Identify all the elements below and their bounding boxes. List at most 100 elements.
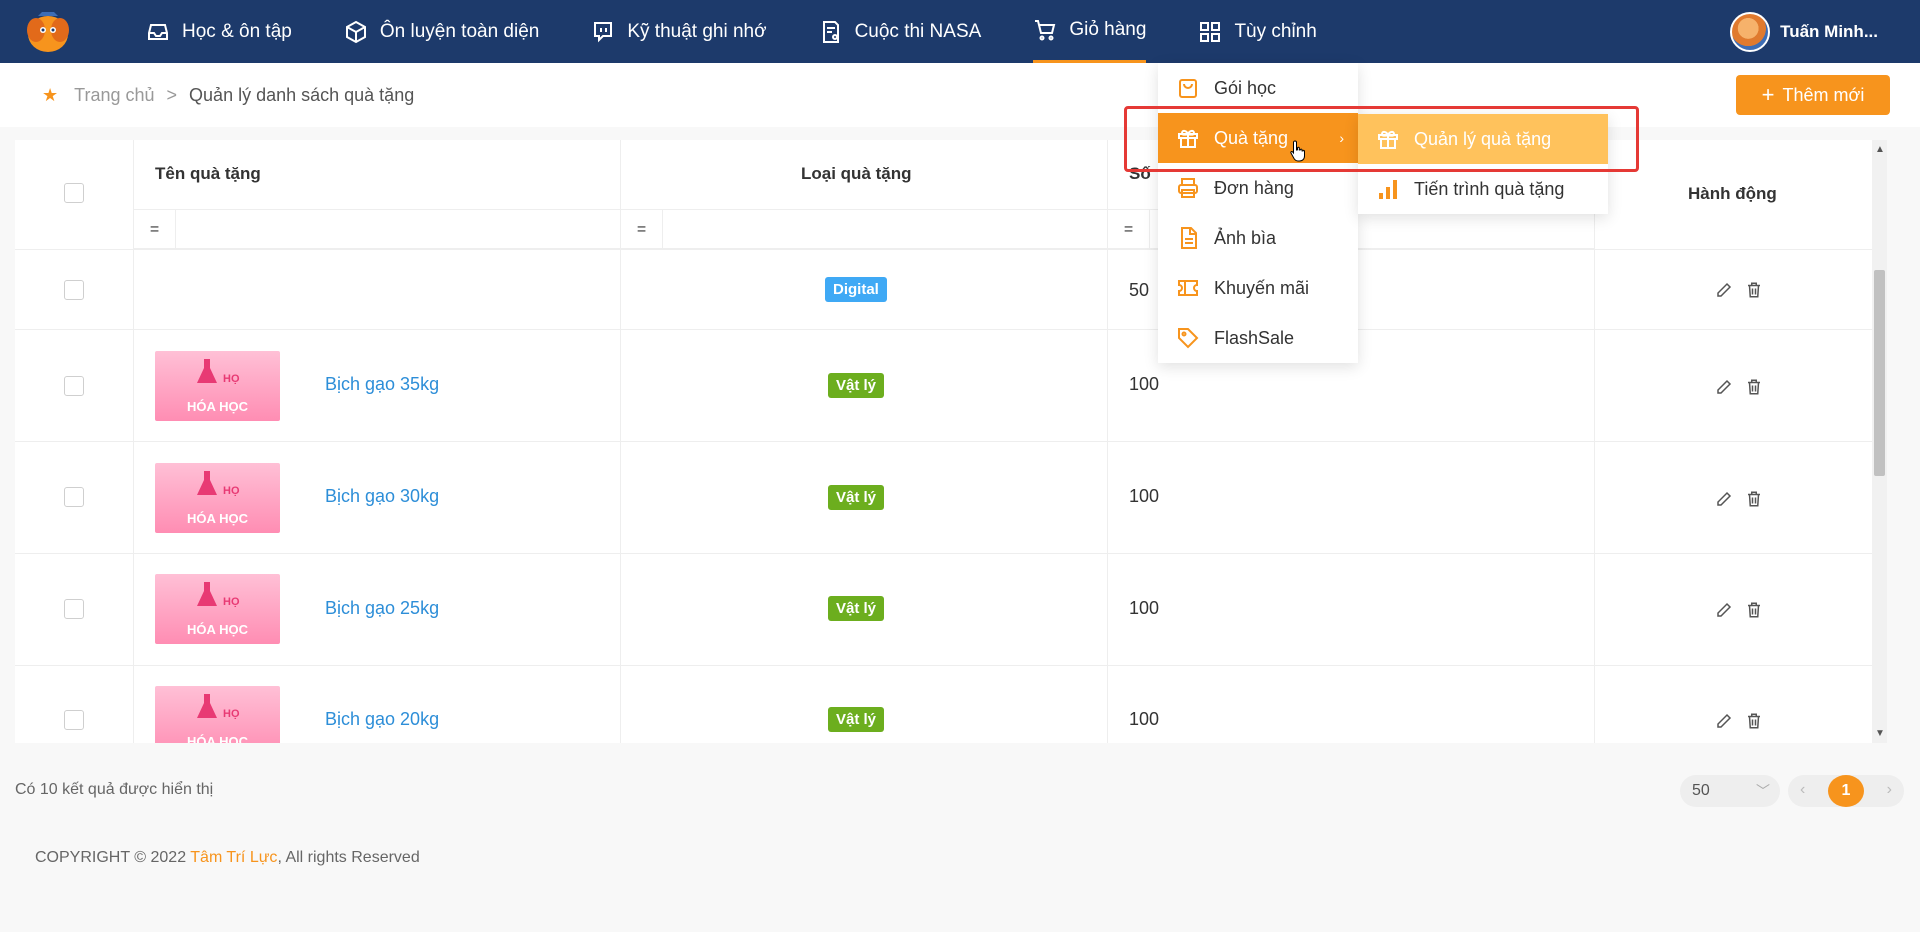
row-checkbox[interactable] (64, 487, 84, 507)
row-actions (1715, 712, 1763, 730)
next-page-icon[interactable]: › (1887, 781, 1892, 799)
row-checkbox[interactable] (64, 376, 84, 396)
row-actions (1715, 601, 1763, 619)
filter-name: = (134, 209, 621, 250)
filter-type-input[interactable] (663, 210, 1108, 248)
row-actions (1715, 490, 1763, 508)
nav-item-hoc-on-tap[interactable]: Học & ôn tập (146, 0, 292, 63)
type-badge: Vật lý (828, 373, 885, 398)
gift-thumbnail: HỌ HÓA HỌC (155, 686, 280, 743)
edit-icon[interactable] (1715, 281, 1733, 299)
row-checkbox[interactable] (64, 280, 84, 300)
quantity-cell: 100 (1129, 486, 1160, 506)
filter-type: = (621, 209, 1108, 250)
breadcrumb-home[interactable]: Trang chủ (74, 85, 154, 106)
gift-table: Tên quà tặng Loại quà tặng Số Hành động … (15, 140, 1887, 743)
quantity-cell: 100 (1129, 598, 1160, 618)
edit-icon[interactable] (1715, 378, 1733, 396)
document-icon (822, 20, 839, 43)
row-divider (15, 553, 1887, 554)
menu-item-label: Khuyến mãi (1214, 277, 1310, 298)
type-badge: Vật lý (828, 707, 885, 732)
scroll-down-icon[interactable]: ▼ (1875, 728, 1885, 739)
menu-item-label: FlashSale (1214, 327, 1295, 348)
select-all-checkbox[interactable] (64, 183, 84, 203)
nav-item-gio-hang[interactable]: Giỏ hàng (1033, 0, 1147, 63)
gift-name-link[interactable]: Bịch gạo 30kg (325, 486, 439, 507)
filter-name-input[interactable] (176, 210, 621, 248)
nav-item-label: Giỏ hàng (1069, 19, 1147, 40)
breadcrumb-separator: > (166, 85, 178, 105)
menu-item-label: Đơn hàng (1214, 177, 1294, 198)
tag-icon (1178, 328, 1199, 349)
prev-page-icon[interactable]: ‹ (1800, 781, 1805, 799)
add-new-button[interactable]: + Thêm mới (1736, 75, 1890, 115)
flask-icon (197, 471, 217, 495)
nav-item-label: Kỹ thuật ghi nhớ (627, 20, 767, 42)
scrollbar-thumb[interactable] (1874, 270, 1885, 476)
printer-icon (1178, 178, 1198, 198)
trash-icon[interactable] (1745, 712, 1763, 730)
filter-operator[interactable]: = (1108, 210, 1150, 250)
trash-icon[interactable] (1745, 601, 1763, 619)
page-size-value: 50 (1692, 782, 1710, 799)
thumb-label: HỌ (223, 485, 240, 497)
bar-chart-icon (1379, 180, 1397, 199)
nav-item-ky-thuat[interactable]: Kỹ thuật ghi nhớ (591, 0, 767, 63)
nav-item-label: Ôn luyện toàn diện (379, 20, 540, 42)
row-divider (15, 441, 1887, 442)
header-type[interactable]: Loại quà tặng (801, 164, 912, 184)
row-divider (15, 249, 1887, 250)
user-menu[interactable]: Tuấn Minh... (1730, 12, 1878, 52)
nav-item-tuy-chinh[interactable]: Tùy chỉnh (1198, 0, 1317, 63)
current-page-button[interactable]: 1 (1828, 775, 1864, 807)
row-actions (1715, 281, 1763, 299)
trash-icon[interactable] (1745, 378, 1763, 396)
cart-icon (1035, 20, 1056, 41)
edit-icon[interactable] (1715, 712, 1733, 730)
menu-item-anh-bia[interactable]: Ảnh bìa (1158, 213, 1358, 263)
nav-item-label: Học & ôn tập (182, 20, 292, 42)
row-divider (15, 329, 1887, 330)
elephant-logo-icon[interactable] (24, 10, 72, 54)
menu-item-flashsale[interactable]: FlashSale (1158, 313, 1358, 363)
scroll-up-icon[interactable]: ▲ (1875, 144, 1885, 155)
copyright-brand-link[interactable]: Tâm Trí Lực (190, 849, 277, 866)
page-size-select[interactable]: 50 ﹀ (1680, 775, 1780, 807)
flask-icon (197, 694, 217, 718)
nav-item-cuoc-thi[interactable]: Cuộc thi NASA (819, 0, 982, 63)
table-scrollbar[interactable]: ▲ ▼ (1872, 140, 1887, 743)
top-navbar: Học & ôn tập Ôn luyện toàn diện Kỹ thuật… (0, 0, 1920, 63)
menu-item-khuyen-mai[interactable]: Khuyến mãi (1158, 263, 1358, 313)
type-badge: Vật lý (828, 485, 885, 510)
edit-icon[interactable] (1715, 490, 1733, 508)
gift-name-link[interactable]: Bịch gạo 20kg (325, 709, 439, 730)
nav-item-on-luyen[interactable]: Ôn luyện toàn diện (344, 0, 540, 63)
gift-name-link[interactable]: Bịch gạo 35kg (325, 374, 439, 395)
pagination: ‹ 1 › (1788, 775, 1904, 807)
chat-bubble-icon (594, 21, 613, 42)
thumb-label: HÓA HỌC (187, 511, 248, 526)
thumb-label: HỌ (223, 596, 240, 608)
highlight-box (1124, 106, 1639, 172)
thumb-label: HÓA HỌC (187, 399, 248, 414)
filter-operator[interactable]: = (134, 210, 176, 250)
hand-cursor-icon (1290, 140, 1305, 162)
flask-icon (197, 359, 217, 383)
header-name[interactable]: Tên quà tặng (155, 164, 261, 184)
trash-icon[interactable] (1745, 281, 1763, 299)
copyright-prefix: COPYRIGHT © 2022 (35, 849, 191, 866)
edit-icon[interactable] (1715, 601, 1733, 619)
file-icon (1181, 227, 1197, 249)
trash-icon[interactable] (1745, 490, 1763, 508)
header-actions: Hành động (1688, 184, 1777, 203)
star-icon: ★ (42, 85, 59, 105)
add-new-label: Thêm mới (1782, 84, 1865, 105)
gift-name-link[interactable]: Bịch gạo 25kg (325, 598, 439, 619)
row-checkbox[interactable] (64, 710, 84, 730)
filter-operator[interactable]: = (621, 210, 663, 250)
submenu-item-label: Tiến trình quà tặng (1414, 178, 1565, 199)
row-checkbox[interactable] (64, 599, 84, 619)
nav-item-label: Cuộc thi NASA (854, 20, 982, 42)
breadcrumb: ★ Trang chủ > Quản lý danh sách quà tặng (42, 85, 414, 106)
